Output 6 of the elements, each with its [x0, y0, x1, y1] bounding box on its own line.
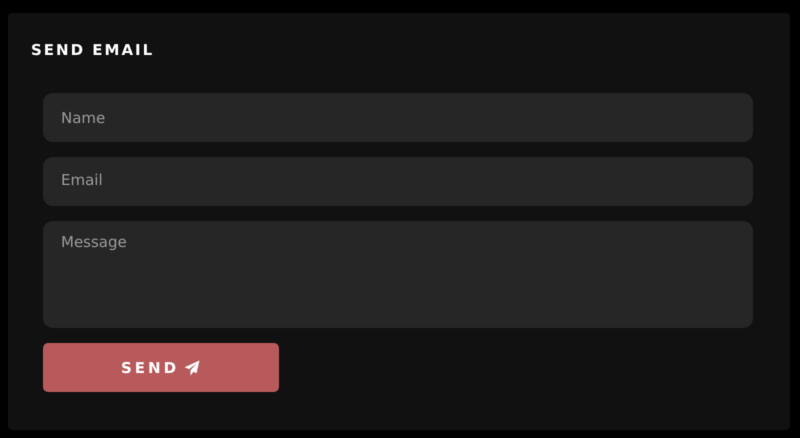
- input-field[interactable]: Email: [43, 157, 753, 206]
- paper-plane-icon: [183, 358, 202, 376]
- form-title: SEND EMAIL: [31, 40, 154, 60]
- input-field[interactable]: Name: [43, 93, 753, 142]
- input-field[interactable]: Message: [43, 221, 753, 328]
- send-button[interactable]: SEND: [43, 343, 279, 392]
